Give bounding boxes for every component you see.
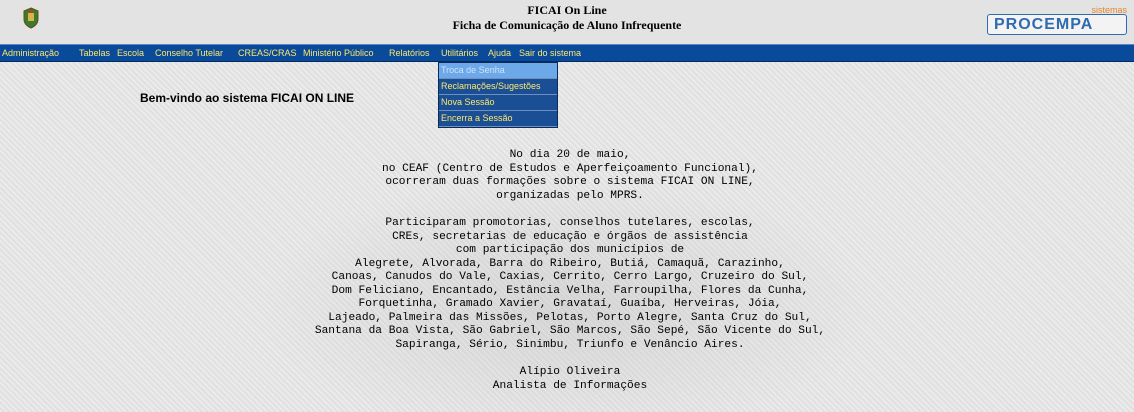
menu-item-creas-cras[interactable]: CREAS/CRAS bbox=[238, 45, 297, 61]
app-subtitle: Ficha de Comunicação de Aluno Infrequent… bbox=[452, 18, 682, 32]
dropdown-item-reclamacoes[interactable]: Reclamações/Sugestões bbox=[439, 79, 557, 95]
text-line: organizadas pelo MPRS. bbox=[496, 189, 644, 202]
text-line: CREs, secretarias de educação e órgãos d… bbox=[392, 230, 748, 243]
menu-item-relatorios[interactable]: Relatórios bbox=[389, 45, 430, 61]
signature-role: Analista de Informações bbox=[492, 379, 648, 392]
menu-item-sair[interactable]: Sair do sistema bbox=[519, 45, 581, 61]
dropdown-item-nova-sessao[interactable]: Nova Sessão bbox=[439, 95, 557, 111]
signature-name: Alípio Oliveira bbox=[519, 366, 621, 378]
text-line: Forquetinha, Gramado Xavier, Gravataí, G… bbox=[358, 298, 782, 310]
text-line: Dom Feliciano, Encantado, Estância Velha… bbox=[331, 284, 809, 297]
app-title: FICAI On Line bbox=[527, 3, 607, 17]
page-header: FICAI On Line Ficha de Comunicação de Al… bbox=[0, 0, 1134, 44]
news-content: No dia 20 de maio, no CEAF (Centro de Es… bbox=[200, 149, 940, 393]
text-line: No dia 20 de maio, bbox=[509, 149, 631, 161]
text-line: com participação dos municípios de bbox=[455, 244, 685, 256]
menu-item-escola[interactable]: Escola bbox=[117, 45, 144, 61]
menu-item-ajuda[interactable]: Ajuda bbox=[488, 45, 511, 61]
text-line: Lajeado, Palmeira das Missões, Pelotas, … bbox=[328, 311, 812, 324]
main-menu-bar: Administração Tabelas Escola Conselho Tu… bbox=[0, 44, 1134, 62]
menu-item-conselho-tutelar[interactable]: Conselho Tutelar bbox=[155, 45, 223, 61]
logo-wordmark: PROCEMPA bbox=[987, 14, 1127, 35]
welcome-heading: Bem-vindo ao sistema FICAI ON LINE bbox=[140, 91, 355, 105]
menu-item-administracao[interactable]: Administração bbox=[2, 45, 59, 61]
menu-item-tabelas[interactable]: Tabelas bbox=[79, 45, 110, 61]
text-line: Sapiranga, Sério, Sinimbu, Triunfo e Ven… bbox=[395, 338, 745, 351]
procempa-logo: sistemas PROCEMPA bbox=[987, 5, 1127, 35]
dropdown-item-troca-senha[interactable]: Troca de Senha bbox=[439, 63, 557, 79]
dropdown-item-encerra-sessao[interactable]: Encerra a Sessão bbox=[439, 111, 557, 127]
text-line: ocorreram duas formações sobre o sistema… bbox=[385, 176, 755, 188]
menu-item-utilitarios[interactable]: Utilitários bbox=[441, 45, 478, 61]
menu-item-ministerio-publico[interactable]: Ministério Público bbox=[303, 45, 374, 61]
utilitarios-dropdown: Troca de Senha Reclamações/Sugestões Nov… bbox=[438, 62, 558, 128]
text-line: Santana da Boa Vista, São Gabriel, São M… bbox=[314, 325, 826, 337]
text-line: Canoas, Canudos do Vale, Caxias, Cerrito… bbox=[331, 271, 809, 283]
text-line: Alegrete, Alvorada, Barra do Ribeiro, Bu… bbox=[355, 257, 785, 270]
text-line: no CEAF (Centro de Estudos e Aperfeiçoam… bbox=[382, 162, 758, 175]
text-line: Participaram promotorias, conselhos tute… bbox=[385, 217, 755, 229]
